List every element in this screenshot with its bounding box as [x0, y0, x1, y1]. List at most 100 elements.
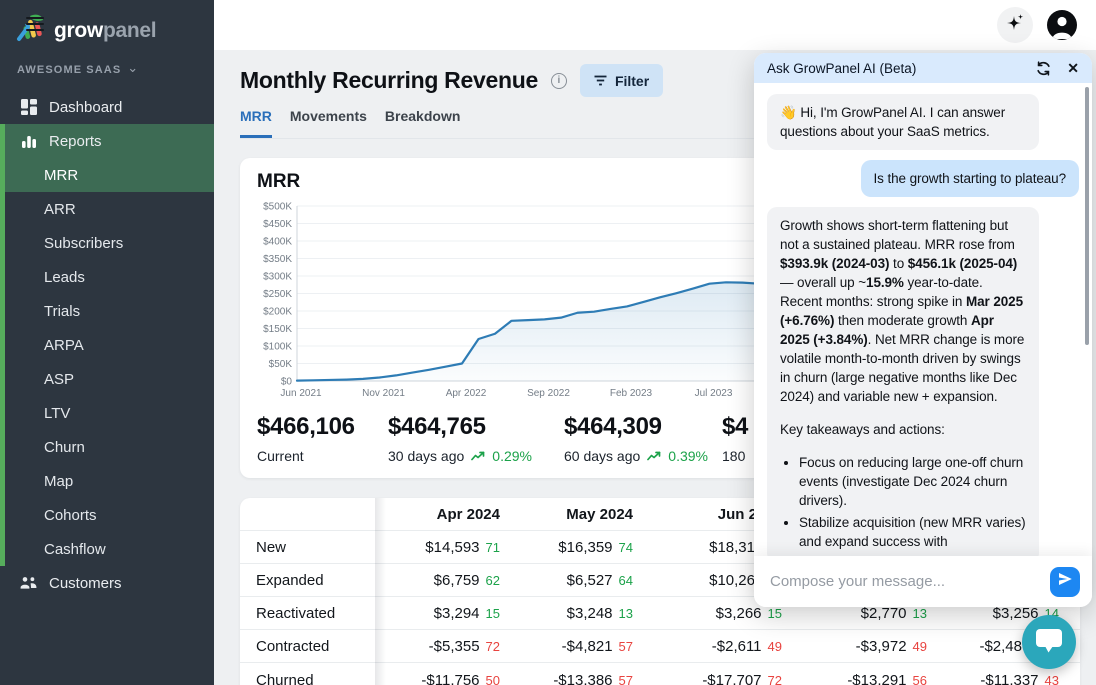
sidebar-item-arr[interactable]: ARR — [5, 192, 214, 226]
info-icon[interactable]: i — [551, 73, 567, 89]
sidebar-item-arpa[interactable]: ARPA — [5, 328, 214, 362]
topbar — [214, 0, 1096, 50]
sidebar-item-ltv[interactable]: LTV — [5, 396, 214, 430]
live-chat-fab[interactable] — [1022, 615, 1076, 669]
row-label: Churned — [240, 672, 375, 685]
table-cell: -$17,70772 — [633, 672, 782, 685]
svg-text:$450K: $450K — [263, 219, 292, 230]
sidebar-item-asp[interactable]: ASP — [5, 362, 214, 396]
svg-text:$150K: $150K — [263, 324, 292, 335]
svg-text:Sep 2022: Sep 2022 — [527, 388, 570, 399]
table-cell: $2,77013 — [782, 605, 927, 622]
table-cell: -$3,97249 — [782, 638, 927, 655]
page-header: Monthly Recurring Revenue i Filter — [240, 64, 663, 97]
sparkle-icon — [1003, 11, 1027, 40]
ai-assistant-button[interactable] — [997, 7, 1033, 43]
table-row-churned: Churned-$11,75650-$13,38657-$17,70772-$1… — [240, 663, 1080, 685]
ai-chat-panel: Ask GrowPanel AI (Beta) ✕ 👋 Hi, I'm Grow… — [754, 53, 1092, 607]
svg-text:Nov 2021: Nov 2021 — [362, 388, 405, 399]
table-cell: -$13,29156 — [782, 672, 927, 685]
table-cell: $14,59371 — [375, 539, 500, 556]
ai-compose-bar — [754, 556, 1092, 607]
trend-up-icon — [647, 448, 661, 464]
workspace-switcher[interactable]: AWESOME SAAS ⌄ — [0, 50, 214, 82]
reports-icon — [20, 133, 37, 150]
tab-breakdown[interactable]: Breakdown — [385, 108, 460, 138]
dashboard-icon — [20, 99, 37, 116]
svg-text:$350K: $350K — [263, 254, 292, 265]
stat-0: $466,106Current — [257, 413, 355, 464]
sidebar-item-cohorts[interactable]: Cohorts — [5, 498, 214, 532]
sidebar-item-dashboard[interactable]: Dashboard — [0, 90, 214, 124]
close-icon[interactable]: ✕ — [1067, 60, 1079, 77]
tab-mrr[interactable]: MRR — [240, 108, 272, 138]
stat-change: 0.39% — [668, 448, 708, 464]
table-cell: $6,75962 — [375, 572, 500, 589]
tab-movements[interactable]: Movements — [290, 108, 367, 138]
sidebar-item-customers[interactable]: Customers — [0, 566, 214, 600]
sidebar-item-reports[interactable]: Reports — [5, 124, 214, 158]
stat-value: $464,309 — [564, 413, 708, 441]
table-cell: -$4,82157 — [500, 638, 633, 655]
svg-text:Jun 2021: Jun 2021 — [280, 388, 322, 399]
stat-value: $464,765 — [388, 413, 532, 441]
sidebar-item-trials[interactable]: Trials — [5, 294, 214, 328]
sidebar-item-cashflow[interactable]: Cashflow — [5, 532, 214, 566]
filter-label: Filter — [615, 73, 649, 89]
table-cell: -$2,61149 — [633, 638, 782, 655]
table-row-contracted: Contracted-$5,35572-$4,82157-$2,61149-$3… — [240, 630, 1080, 663]
table-cell: $3,26615 — [633, 605, 782, 622]
user-avatar[interactable] — [1047, 10, 1077, 40]
table-cell: $3,24813 — [500, 605, 633, 622]
sidebar-item-label: Customers — [49, 575, 122, 592]
svg-text:$0: $0 — [281, 377, 293, 388]
sidebar-item-map[interactable]: Map — [5, 464, 214, 498]
table-cell: $3,29415 — [375, 605, 500, 622]
row-label: Contracted — [240, 638, 375, 655]
stat-label: Current — [257, 448, 304, 464]
sidebar-item-mrr[interactable]: MRR — [5, 158, 214, 192]
stat-2: $464,30960 days ago0.39% — [564, 413, 708, 464]
page-title: Monthly Recurring Revenue — [240, 67, 538, 94]
scrollbar-thumb[interactable] — [1085, 87, 1089, 345]
stat-value: $4 — [722, 413, 748, 441]
table-cell: -$5,35572 — [375, 638, 500, 655]
reports-subitems: MRRARRSubscribersLeadsTrialsARPAASPLTVCh… — [5, 158, 214, 566]
ai-messages-area: 👋 Hi, I'm GrowPanel AI. I can answer que… — [754, 83, 1092, 556]
table-cell: -$11,33743 — [927, 672, 1059, 685]
chevron-down-icon: ⌄ — [127, 60, 139, 76]
brand-name: growpanel — [54, 19, 156, 43]
stat-change: 0.29% — [492, 448, 532, 464]
compose-input[interactable] — [770, 573, 1050, 590]
svg-text:$300K: $300K — [263, 272, 292, 283]
sidebar: growpanel AWESOME SAAS ⌄ Dashboard — [0, 0, 214, 685]
svg-text:$100K: $100K — [263, 342, 292, 353]
takeaway-item: Stabilize acquisition (new MRR varies) a… — [799, 513, 1026, 551]
stat-1: $464,76530 days ago0.29% — [388, 413, 532, 464]
sidebar-item-leads[interactable]: Leads — [5, 260, 214, 294]
svg-text:$500K: $500K — [263, 202, 292, 213]
svg-text:Jul 2023: Jul 2023 — [695, 388, 733, 399]
svg-text:Feb 2023: Feb 2023 — [610, 388, 653, 399]
send-button[interactable] — [1050, 567, 1080, 597]
ai-panel-title: Ask GrowPanel AI (Beta) — [767, 61, 1036, 76]
stat-label: 180 — [722, 448, 745, 464]
sidebar-item-subscribers[interactable]: Subscribers — [5, 226, 214, 260]
svg-text:$50K: $50K — [269, 359, 293, 370]
send-icon — [1057, 571, 1073, 592]
user-message-bubble: Is the growth starting to plateau? — [861, 160, 1079, 197]
svg-text:$200K: $200K — [263, 307, 292, 318]
svg-text:Apr 2022: Apr 2022 — [446, 388, 487, 399]
table-cell: $6,52764 — [500, 572, 633, 589]
customers-icon — [20, 575, 37, 592]
refresh-icon[interactable] — [1036, 60, 1052, 76]
sidebar-item-label: Dashboard — [49, 99, 122, 116]
hamburger-menu-icon[interactable] — [26, 17, 44, 31]
row-label: New — [240, 539, 375, 556]
sidebar-item-label: Reports — [49, 133, 102, 150]
sidebar-item-churn[interactable]: Churn — [5, 430, 214, 464]
assistant-message-bubble: Growth shows short-term flattening but n… — [767, 207, 1039, 556]
sidebar-nav: Dashboard Reports MRRARRSubscribersLeads… — [0, 90, 214, 600]
filter-button[interactable]: Filter — [580, 64, 663, 97]
stat-3: $4180 — [722, 413, 748, 464]
